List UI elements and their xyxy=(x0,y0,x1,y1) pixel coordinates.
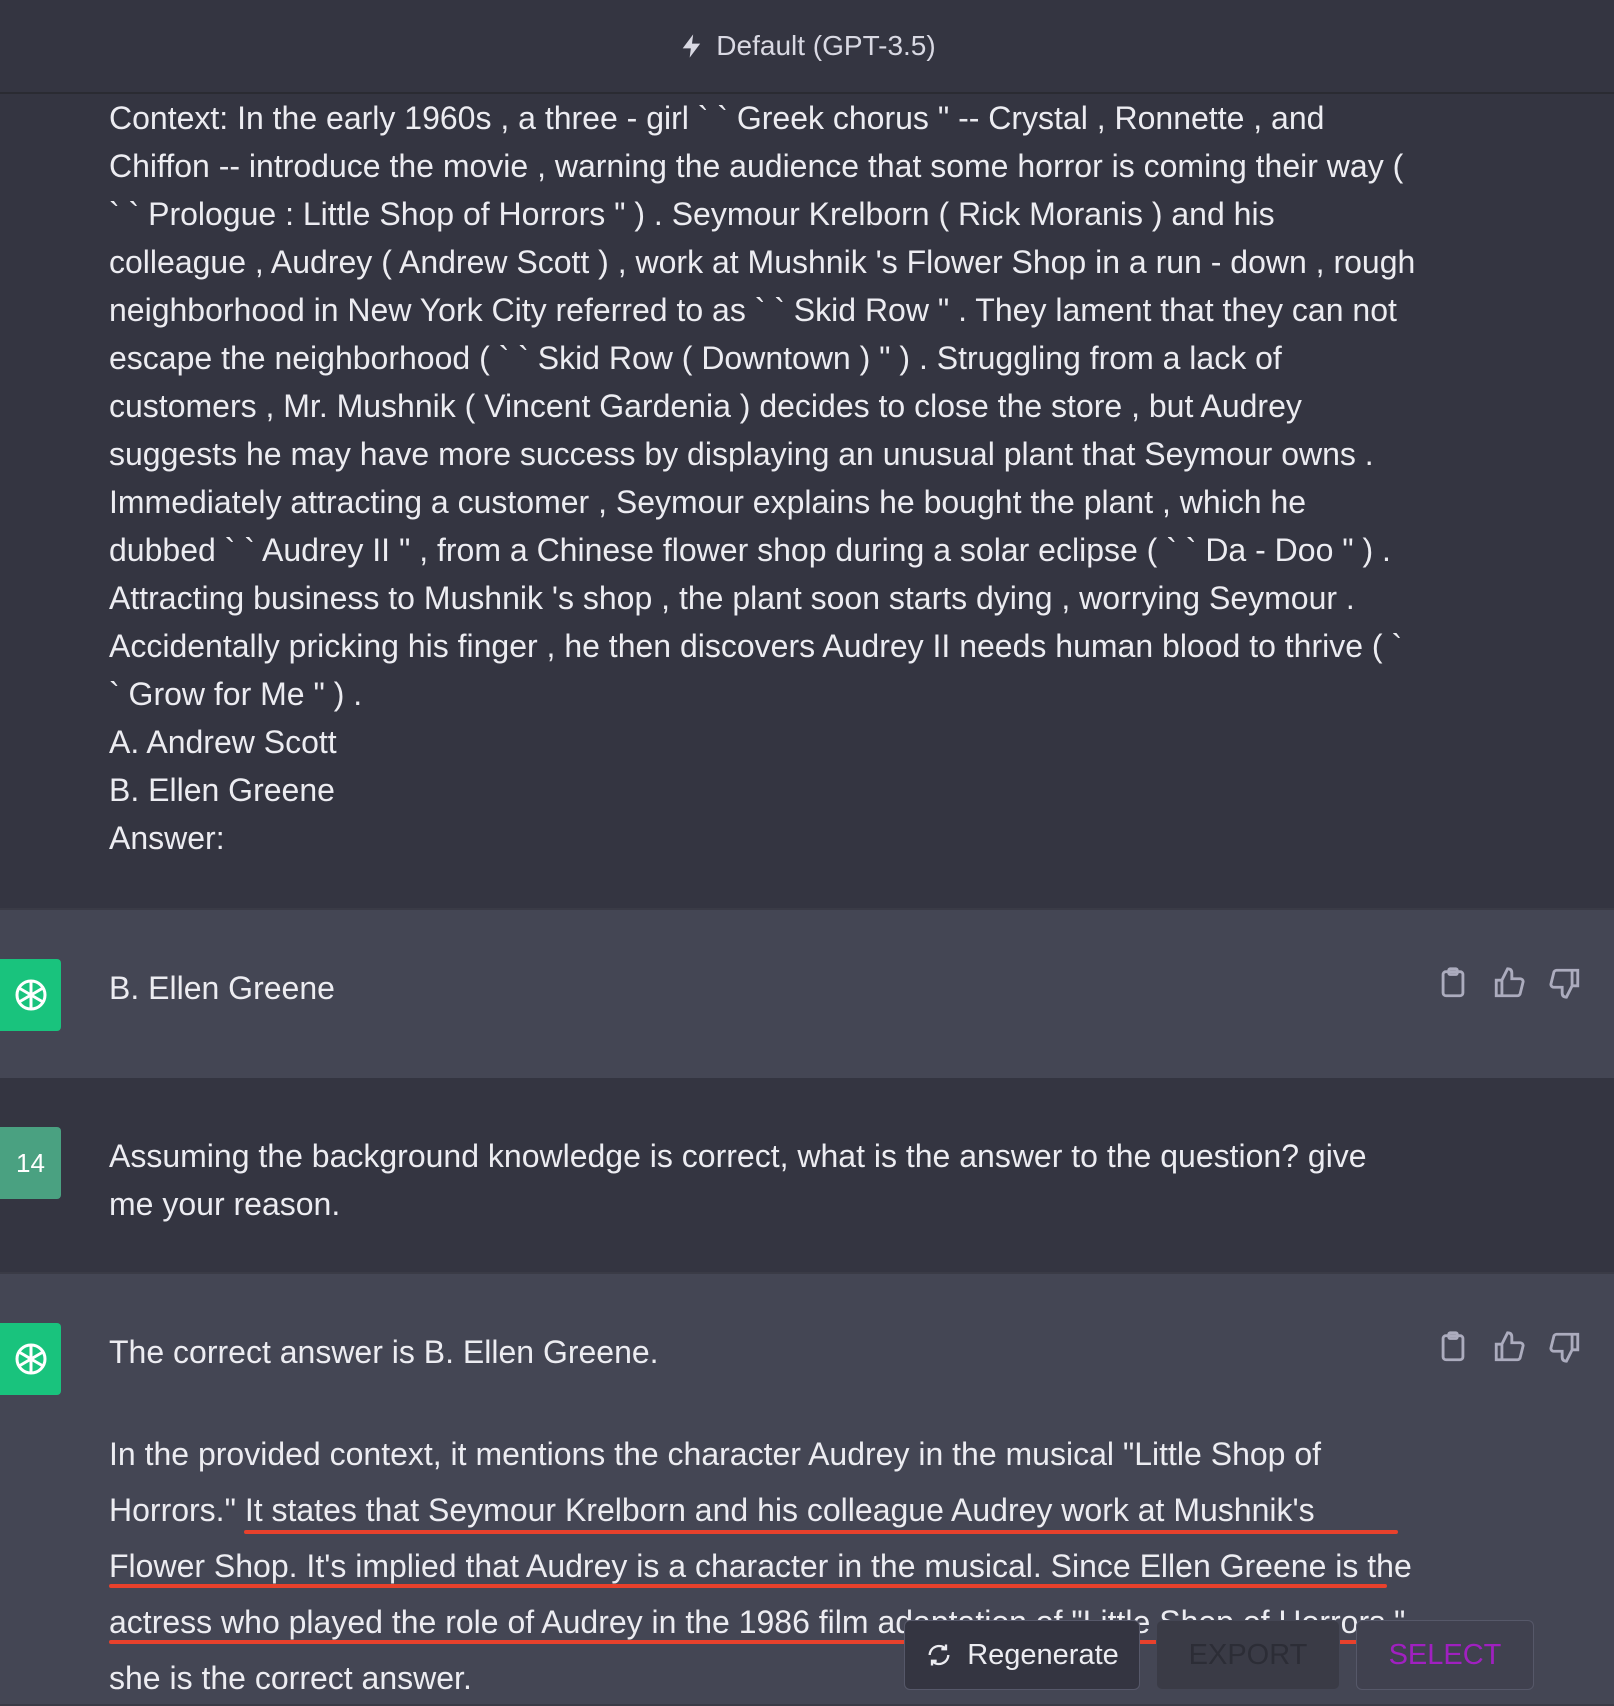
option-b: B. Ellen Greene xyxy=(109,772,335,808)
assistant-message-1: B. Ellen Greene xyxy=(0,908,1614,1080)
regenerate-button[interactable]: Regenerate xyxy=(904,1620,1140,1690)
assistant-avatar xyxy=(0,959,61,1031)
assistant-reply-1: B. Ellen Greene xyxy=(109,970,335,1006)
openai-logo-icon xyxy=(15,1343,46,1375)
assistant-avatar xyxy=(0,1323,61,1395)
select-button[interactable]: SELECT xyxy=(1356,1620,1534,1690)
user-message: 14 Assuming the background knowledge is … xyxy=(0,1078,1614,1270)
thumbs-up-icon[interactable] xyxy=(1492,1330,1526,1364)
lightning-icon xyxy=(682,34,701,58)
option-a: A. Andrew Scott xyxy=(109,724,337,760)
context-message: Context: In the early 1960s , a three - … xyxy=(0,94,1614,906)
thumbs-down-icon[interactable] xyxy=(1548,966,1582,1000)
thumbs-up-icon[interactable] xyxy=(1492,966,1526,1000)
export-button[interactable]: EXPORT xyxy=(1156,1620,1340,1690)
thumbs-down-icon[interactable] xyxy=(1548,1330,1582,1364)
answer-prompt: Answer: xyxy=(109,820,225,856)
refresh-icon xyxy=(928,1644,950,1666)
openai-logo-icon xyxy=(15,979,46,1011)
user-avatar: 14 xyxy=(0,1127,61,1199)
context-text: Context: In the early 1960s , a three - … xyxy=(109,100,1425,712)
model-label: Default (GPT-3.5) xyxy=(716,30,936,61)
message-actions xyxy=(1436,966,1582,1000)
message-actions xyxy=(1436,1330,1582,1364)
highlight-underline xyxy=(109,1584,1387,1588)
clipboard-icon[interactable] xyxy=(1436,1330,1470,1364)
highlight-underline xyxy=(244,1530,1398,1534)
assistant-reply-2-answer: The correct answer is B. Ellen Greene. xyxy=(109,1334,659,1370)
regenerate-label: Regenerate xyxy=(967,1638,1119,1671)
user-message-text: Assuming the background knowledge is cor… xyxy=(109,1138,1376,1222)
clipboard-icon[interactable] xyxy=(1436,966,1470,1000)
model-header[interactable]: Default (GPT-3.5) xyxy=(0,0,1614,94)
